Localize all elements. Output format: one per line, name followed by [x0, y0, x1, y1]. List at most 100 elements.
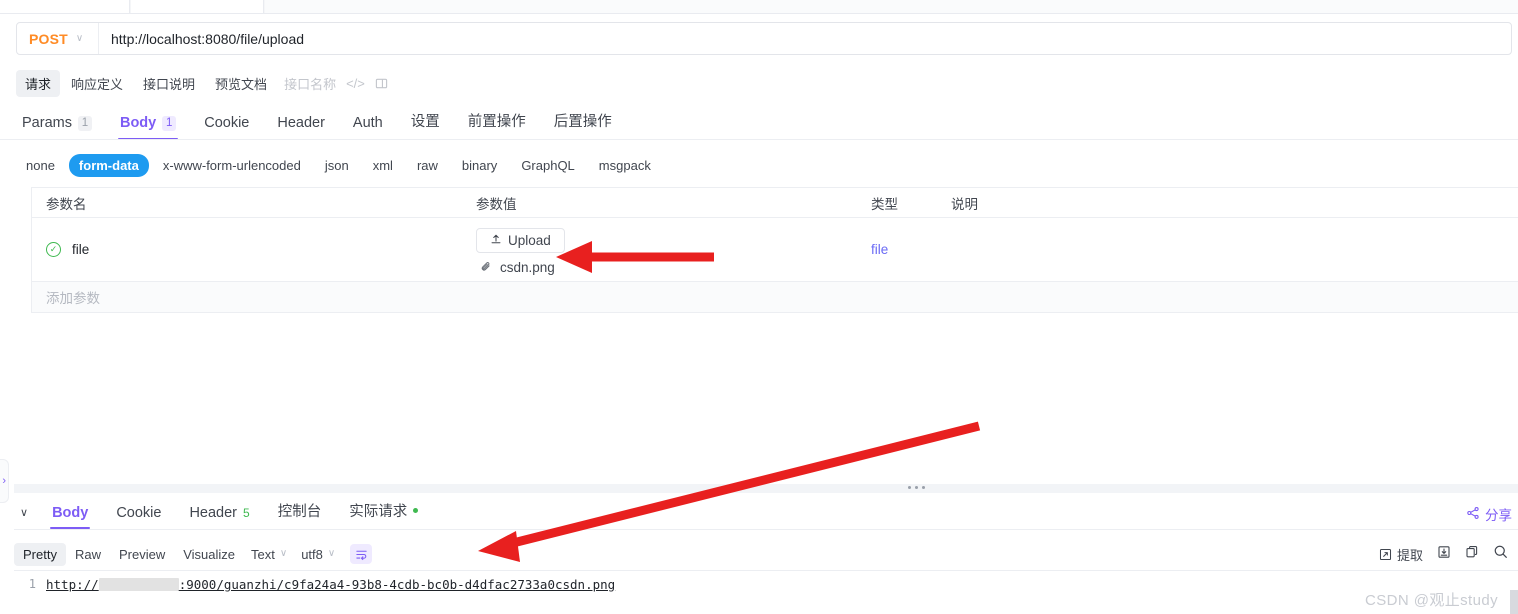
doc-chip-preview-doc-label: 预览文档 [215, 77, 268, 92]
sidebar-expand-handle[interactable]: › [0, 459, 9, 503]
body-type-row: none form-data x-www-form-urlencoded jso… [16, 152, 661, 178]
body-type-xml[interactable]: xml [363, 154, 403, 177]
wrap-text-icon[interactable] [350, 544, 373, 564]
response-tab-body[interactable]: Body [38, 505, 102, 529]
column-header-type: 类型 [871, 196, 898, 212]
add-param-row[interactable]: 添加参数 [32, 282, 1518, 313]
search-icon[interactable] [1493, 544, 1508, 564]
attached-file[interactable]: csdn.png [476, 260, 555, 276]
response-tab-header[interactable]: Header 5 [175, 505, 263, 529]
body-type-form-data[interactable]: form-data [68, 153, 149, 177]
body-type-json[interactable]: json [315, 154, 359, 177]
param-value-cell: Upload csdn.png [462, 218, 857, 281]
tab-settings-label: 设置 [410, 114, 440, 130]
response-url-suffix: :9000/guanzhi/c9fa24a4-93b8-4cdb-bc0b-d4… [178, 577, 616, 592]
doc-chip-response-def[interactable]: 响应定义 [62, 70, 132, 97]
panel-splitter[interactable] [14, 484, 1518, 493]
column-header-desc: 说明 [951, 196, 978, 212]
view-mode-raw[interactable]: Raw [66, 543, 110, 566]
tab-params[interactable]: Params 1 [16, 115, 106, 140]
doc-chip-request[interactable]: 请求 [16, 70, 61, 97]
doc-chip-preview-doc[interactable]: 预览文档 [206, 70, 276, 97]
workspace-tab-1[interactable] [0, 0, 130, 13]
body-type-urlencoded-label: x-www-form-urlencoded [162, 157, 301, 173]
checkbox-checked-icon[interactable]: ✓ [46, 242, 61, 257]
panel-layout-icon[interactable] [375, 77, 388, 90]
url-input[interactable]: http://localhost:8080/file/upload [99, 23, 1511, 54]
code-icon[interactable]: </> [346, 76, 365, 91]
body-type-urlencoded[interactable]: x-www-form-urlencoded [153, 154, 311, 177]
view-mode-preview[interactable]: Preview [110, 543, 174, 566]
body-type-json-label: json [324, 157, 349, 173]
upload-button-label: Upload [508, 232, 551, 248]
response-tabs-divider [14, 529, 1518, 530]
tab-body-badge: 1 [162, 115, 177, 131]
view-mode-visualize-label: Visualize [183, 546, 236, 562]
param-desc-cell[interactable] [937, 218, 1518, 281]
workspace-tab-2[interactable] [131, 0, 264, 13]
share-icon [1466, 506, 1480, 523]
response-tab-actual-request[interactable]: 实际请求 [335, 500, 432, 529]
copy-icon[interactable] [1465, 545, 1479, 564]
body-type-graphql[interactable]: GraphQL [511, 154, 584, 177]
response-url-text[interactable]: http:// :9000/guanzhi/c9fa24a4-93b8-4cdb-… [46, 577, 615, 592]
tab-pre-operation-label: 前置操作 [467, 114, 526, 130]
workspace-tab-strip [0, 0, 1518, 14]
column-header-name: 参数名 [46, 196, 87, 212]
workspace-tab-3[interactable] [265, 0, 1518, 13]
share-button-label: 分享 [1485, 508, 1512, 523]
encoding-select[interactable]: utf8 ∨ [294, 543, 342, 566]
response-tab-console[interactable]: 控制台 [264, 500, 336, 529]
splitter-grip-icon[interactable] [908, 486, 925, 489]
response-url-prefix: http:// [46, 577, 99, 592]
tab-body[interactable]: Body 1 [106, 115, 190, 140]
body-type-form-data-label: form-data [78, 157, 139, 173]
format-select[interactable]: Text ∨ [244, 543, 294, 566]
response-tab-bar: ∨ Body Cookie Header 5 控制台 实际请求 [14, 497, 1518, 529]
chevron-down-icon: ∨ [279, 548, 288, 559]
tab-header-label: Header [277, 115, 325, 131]
view-mode-preview-label: Preview [118, 546, 166, 562]
chevron-down-icon: ∨ [327, 548, 336, 559]
collapse-response-icon[interactable]: ∨ [14, 506, 38, 529]
response-tab-header-label: Header [189, 505, 238, 521]
body-type-binary-label: binary [461, 157, 498, 173]
scrollbar-thumb[interactable] [1510, 590, 1518, 614]
view-mode-pretty[interactable]: Pretty [14, 542, 66, 566]
param-type-cell[interactable]: file [857, 218, 937, 281]
upload-button[interactable]: Upload [476, 227, 565, 253]
api-name-input[interactable]: 接口名称 [284, 74, 336, 93]
tab-pre-operation[interactable]: 前置操作 [454, 110, 540, 140]
response-body-editor[interactable]: 1 http://:9000/guanzhi/c9fa24a4-93b8-4cd… [14, 570, 1518, 614]
format-select-value: Text [251, 546, 275, 562]
body-type-raw-label: raw [416, 157, 438, 173]
share-button[interactable]: 分享 [1466, 504, 1512, 524]
tab-auth[interactable]: Auth [339, 115, 397, 140]
tab-settings[interactable]: 设置 [397, 110, 454, 140]
tab-cookie-label: Cookie [204, 115, 250, 131]
tab-header[interactable]: Header [263, 115, 339, 140]
upload-icon [490, 233, 502, 248]
app-root: POST ∨ http://localhost:8080/file/upload… [0, 0, 1518, 614]
body-type-msgpack-label: msgpack [598, 157, 651, 173]
tab-cookie[interactable]: Cookie [190, 115, 263, 140]
response-tab-cookie-label: Cookie [116, 505, 162, 521]
doc-chip-api-desc-label: 接口说明 [143, 77, 196, 92]
body-type-binary[interactable]: binary [452, 154, 507, 177]
table-row: ✓ file Upload csdn.png file [32, 218, 1518, 282]
body-type-msgpack[interactable]: msgpack [589, 154, 661, 177]
response-tab-console-label: 控制台 [277, 504, 322, 520]
response-tab-cookie[interactable]: Cookie [102, 505, 175, 529]
body-type-none[interactable]: none [16, 154, 65, 177]
param-name-input[interactable]: file [72, 242, 89, 257]
doc-chip-api-desc[interactable]: 接口说明 [134, 70, 204, 97]
tab-post-operation[interactable]: 后置操作 [540, 110, 626, 140]
tab-body-label: Body [119, 115, 157, 131]
view-mode-visualize[interactable]: Visualize [174, 543, 244, 566]
http-method-select[interactable]: POST ∨ [17, 23, 99, 54]
body-type-raw[interactable]: raw [407, 154, 448, 177]
save-icon[interactable] [1437, 545, 1451, 564]
redacted-host [98, 578, 179, 591]
code-line: 1 http://:9000/guanzhi/c9fa24a4-93b8-4cd… [14, 571, 1518, 592]
extract-button[interactable]: 提取 [1379, 545, 1423, 564]
